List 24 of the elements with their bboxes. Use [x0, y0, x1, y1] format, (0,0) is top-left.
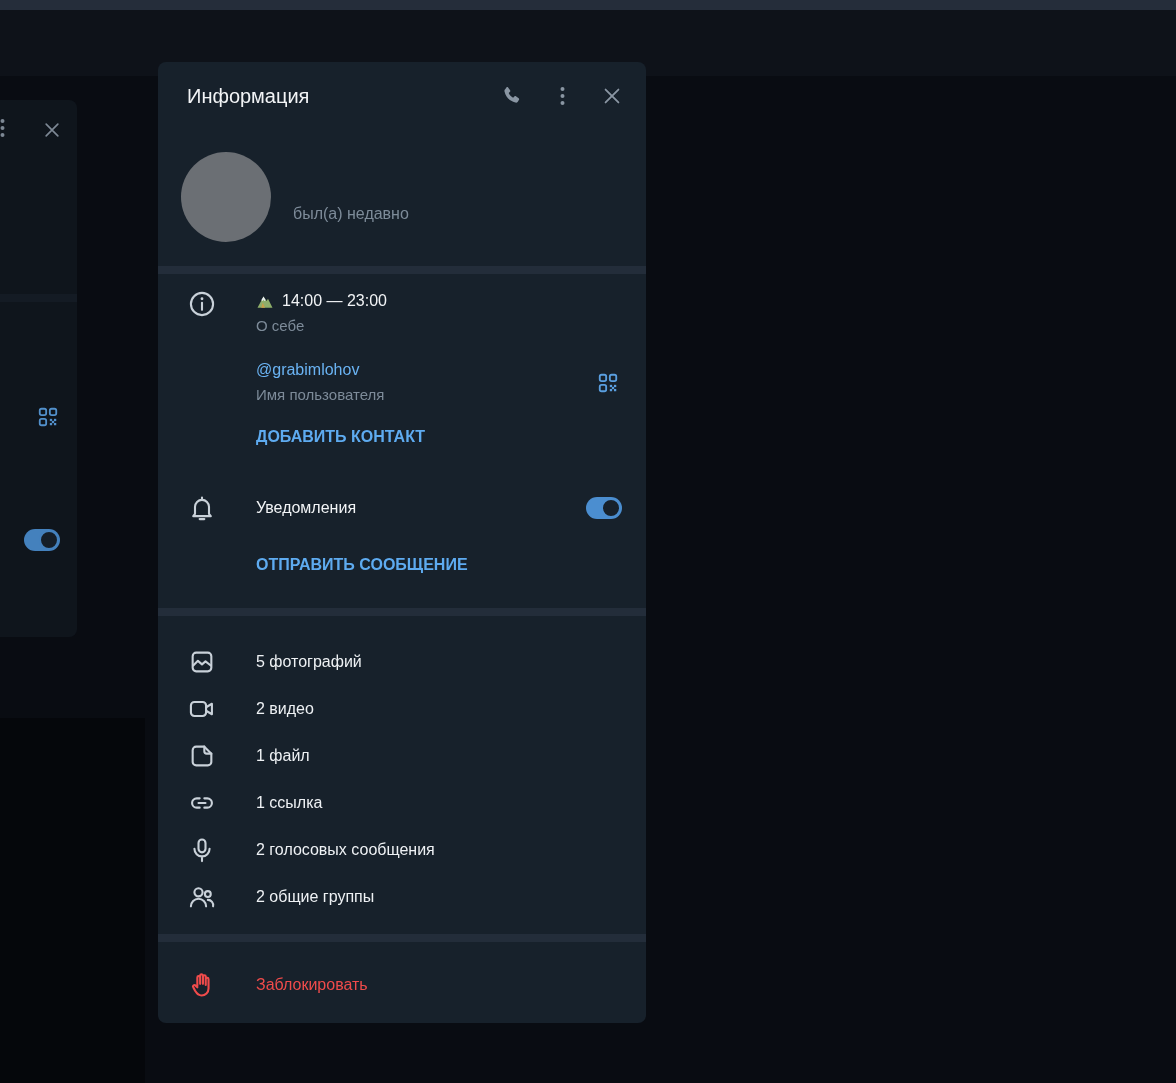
more-icon [559, 86, 565, 106]
shared-media-item[interactable]: 2 видео [158, 685, 646, 732]
last-seen-status: был(а) недавно [293, 205, 409, 223]
block-user-button[interactable]: Заблокировать [158, 942, 646, 1023]
info-icon [188, 290, 216, 318]
qr-code-icon [37, 406, 59, 428]
shared-media-item[interactable]: 2 общие группы [158, 873, 646, 920]
close-icon [42, 120, 62, 140]
notifications-toggle[interactable] [586, 497, 622, 519]
notifications-label: Уведомления [256, 499, 357, 516]
more-icon [0, 118, 5, 138]
about-label: О себе [256, 316, 306, 336]
shared-media-item[interactable]: 1 ссылка [158, 779, 646, 826]
add-contact-button[interactable]: ДОБАВИТЬ КОНТАКТ [256, 428, 426, 446]
username-label: Имя пользователя [256, 385, 386, 405]
shared-media-item[interactable]: 1 файл [158, 732, 646, 779]
username-link[interactable]: @grabimlohov [256, 359, 572, 381]
notifications-toggle[interactable] [24, 529, 60, 551]
panel-title: Информация [187, 84, 311, 108]
about-text: 14:00 — 23:00 [282, 291, 387, 311]
send-message-button[interactable]: ОТПРАВИТЬ СООБЩЕНИЕ [256, 556, 468, 574]
shared-media-item[interactable]: 2 голосовых сообщения [158, 826, 646, 873]
qr-code-icon [597, 371, 619, 394]
shared-media-item[interactable]: 5 фотографий [158, 638, 646, 685]
